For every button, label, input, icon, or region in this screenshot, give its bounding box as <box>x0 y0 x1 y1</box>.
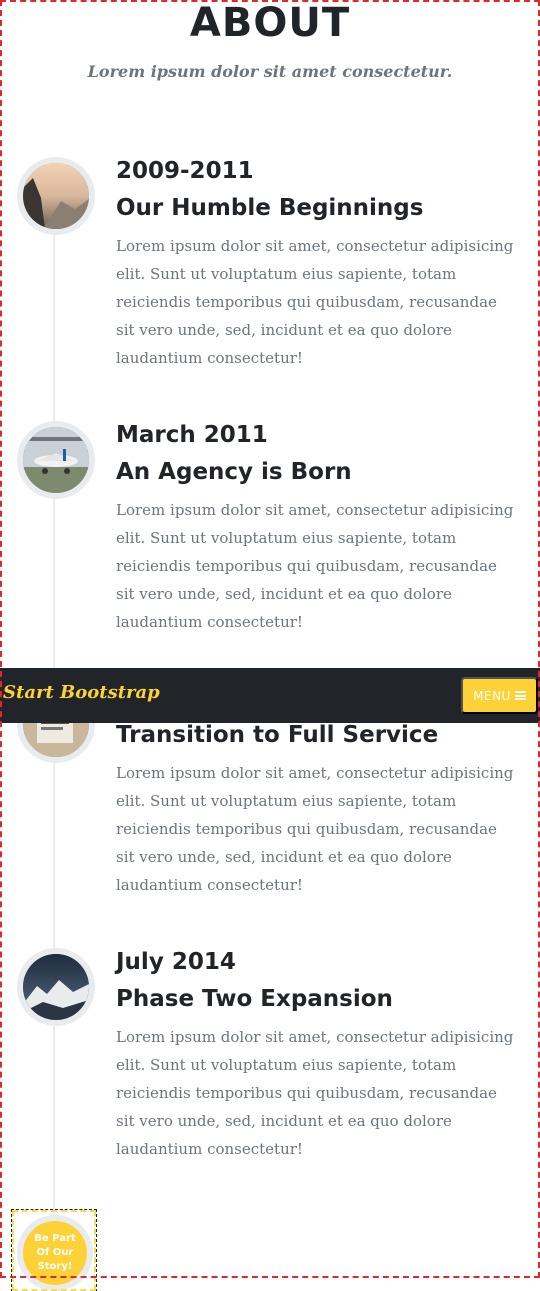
timeline-image-airplane <box>17 421 95 499</box>
story-line-2: Of Our <box>36 1247 74 1258</box>
timeline-title: An Agency is Born <box>116 459 352 485</box>
timeline-title: Transition to Full Service <box>116 722 439 748</box>
story-badge-text: Be Part Of Our Story! <box>27 1232 83 1274</box>
hamburger-icon <box>514 691 526 700</box>
story-line-3: Story! <box>37 1261 73 1272</box>
be-part-of-our-story-badge[interactable]: Be Part Of Our Story! <box>17 1215 93 1291</box>
section-subheading: Lorem ipsum dolor sit amet consectetur. <box>87 62 453 81</box>
timeline-date: July 2014 <box>116 949 236 975</box>
timeline-date: March 2011 <box>116 422 268 448</box>
timeline-body: Lorem ipsum dolor sit amet, consectetur … <box>116 237 514 367</box>
story-line-1: Be Part <box>34 1233 76 1244</box>
timeline-body: Lorem ipsum dolor sit amet, consectetur … <box>116 501 514 631</box>
section-heading: ABOUT <box>189 0 351 46</box>
timeline-title: Our Humble Beginnings <box>116 195 424 221</box>
menu-label: MENU <box>473 688 511 703</box>
timeline-title: Phase Two Expansion <box>116 986 393 1012</box>
timeline-image-mountain-sunrise <box>17 157 95 235</box>
brand-link[interactable]: Start Bootstrap <box>3 682 160 703</box>
timeline-body: Lorem ipsum dolor sit amet, consectetur … <box>116 1028 514 1158</box>
menu-toggle-button[interactable]: MENU <box>461 677 538 714</box>
timeline-date: 2009-2011 <box>116 158 254 184</box>
navbar: Start Bootstrap MENU <box>0 668 540 723</box>
timeline-image-snowy-mountain <box>17 948 95 1026</box>
timeline-body: Lorem ipsum dolor sit amet, consectetur … <box>116 764 514 894</box>
